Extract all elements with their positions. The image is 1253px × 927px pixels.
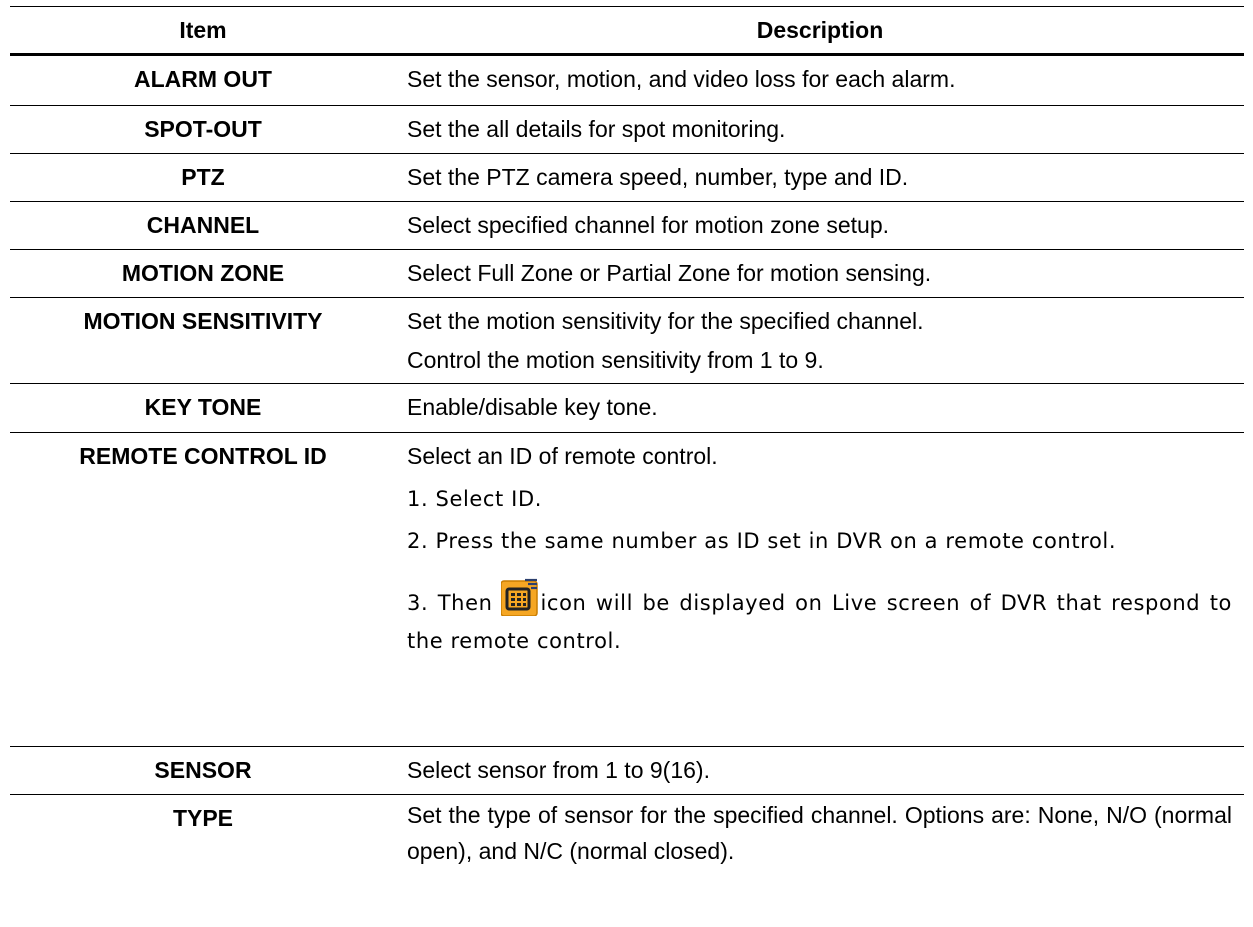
table-row: MOTION SENSITIVITY Set the motion sensit… (10, 298, 1244, 384)
table-header: Item Description (10, 6, 1244, 56)
step-prefix: 3. Then (407, 591, 493, 615)
table-row: REMOTE CONTROL ID Select an ID of remote… (10, 433, 1244, 747)
description-cell: Enable/disable key tone. (396, 384, 1244, 432)
settings-table: Item Description ALARM OUT Set the senso… (10, 6, 1244, 887)
item-cell: MOTION SENSITIVITY (83, 308, 323, 334)
table-row: MOTION ZONE Select Full Zone or Partial … (10, 250, 1244, 298)
item-cell: SENSOR (154, 757, 252, 783)
header-description: Description (756, 16, 884, 43)
description-cell: Set the sensor, motion, and video loss f… (396, 56, 1244, 105)
item-cell: TYPE (172, 805, 234, 831)
description-line: Select specified channel for motion zone… (407, 212, 890, 238)
table-row: SENSOR Select sensor from 1 to 9(16). (10, 747, 1244, 795)
table-row: SPOT-OUT Set the all details for spot mo… (10, 106, 1244, 154)
item-cell: ALARM OUT (134, 66, 272, 92)
description-cell: Select Full Zone or Partial Zone for mot… (396, 250, 1244, 297)
table-row: KEY TONE Enable/disable key tone. (10, 384, 1244, 433)
remote-control-icon (500, 578, 538, 616)
table-row: TYPE Set the type of sensor for the spec… (10, 795, 1244, 887)
description-line: Set the type of sensor for the specified… (407, 802, 1232, 864)
description-line: Set the sensor, motion, and video loss f… (407, 66, 956, 92)
description-step: 2. Press the same number as ID set in DV… (407, 529, 1117, 553)
description-cell: Set the motion sensitivity for the speci… (396, 298, 1244, 383)
item-cell: CHANNEL (146, 212, 260, 238)
description-cell: Select an ID of remote control. 1. Selec… (396, 433, 1244, 746)
description-line: Set the motion sensitivity for the speci… (407, 308, 924, 334)
item-cell: KEY TONE (144, 394, 262, 420)
table-row: CHANNEL Select specified channel for mot… (10, 202, 1244, 250)
description-line: Select Full Zone or Partial Zone for mot… (407, 260, 932, 286)
item-cell: PTZ (181, 164, 225, 190)
table-row: ALARM OUT Set the sensor, motion, and vi… (10, 56, 1244, 106)
item-cell: REMOTE CONTROL ID (79, 443, 327, 469)
description-line: Select an ID of remote control. (407, 443, 718, 469)
item-cell: MOTION ZONE (121, 260, 285, 286)
header-item: Item (179, 16, 227, 43)
description-line: Select sensor from 1 to 9(16). (407, 757, 710, 783)
description-cell: Set the PTZ camera speed, number, type a… (396, 154, 1244, 201)
table-row: PTZ Set the PTZ camera speed, number, ty… (10, 154, 1244, 202)
description-cell: Select sensor from 1 to 9(16). (396, 747, 1244, 794)
description-cell: Select specified channel for motion zone… (396, 202, 1244, 249)
description-line: Set the PTZ camera speed, number, type a… (407, 164, 909, 190)
description-step: 1. Select ID. (407, 487, 543, 511)
item-cell: SPOT-OUT (144, 116, 262, 142)
description-cell: Set the type of sensor for the specified… (396, 795, 1244, 887)
description-line: Control the motion sensitivity from 1 to… (407, 347, 824, 373)
description-cell: Set the all details for spot monitoring. (396, 106, 1244, 153)
description-line: Set the all details for spot monitoring. (407, 116, 786, 142)
description-line: Enable/disable key tone. (407, 394, 658, 420)
description-step: 3. Then icon will be displayed on Live sc… (407, 578, 1232, 660)
